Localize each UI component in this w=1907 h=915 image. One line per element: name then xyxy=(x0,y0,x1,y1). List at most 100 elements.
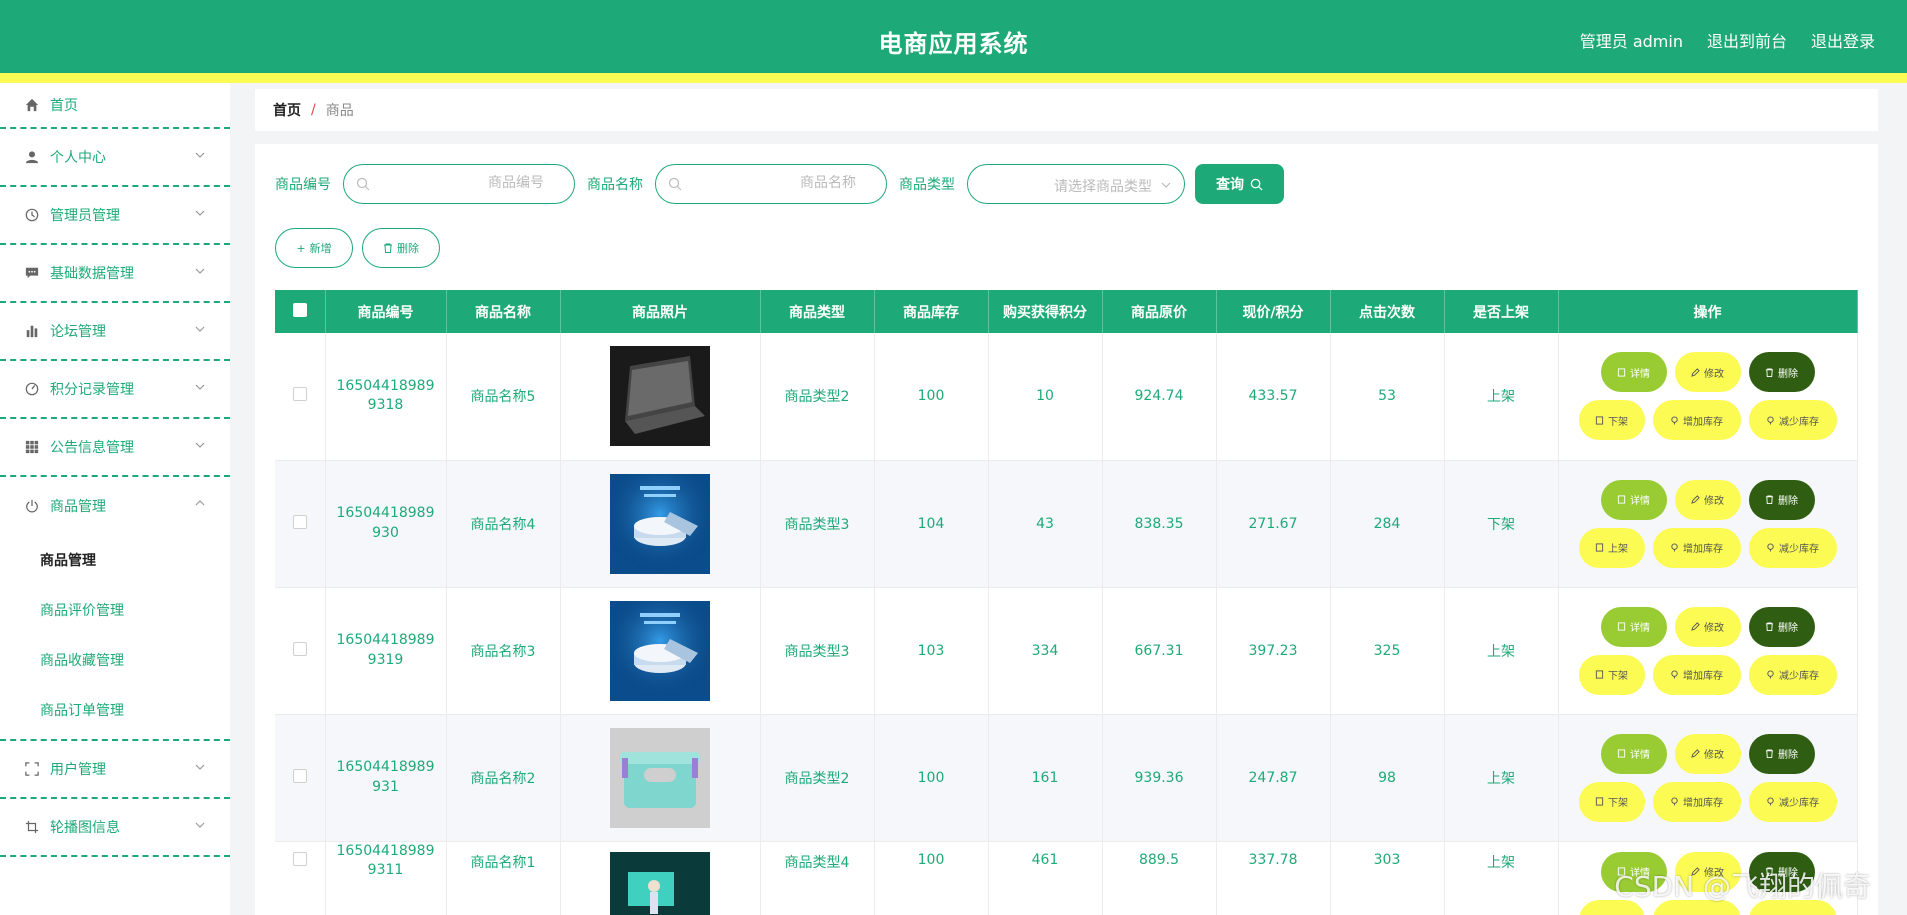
shelf-toggle-button[interactable]: 下架 xyxy=(1578,400,1645,441)
delete-button-label: 删除 xyxy=(397,242,419,255)
add-stock-button[interactable]: 增加库存 xyxy=(1652,781,1741,822)
user-icon xyxy=(24,149,40,165)
sidebar-item-admins[interactable]: 管理员管理 xyxy=(0,187,230,245)
row-checkbox[interactable] xyxy=(292,768,307,783)
batch-delete-button[interactable]: 删除 xyxy=(362,228,440,268)
reduce-stock-button[interactable]: 减少库存 xyxy=(1748,781,1837,822)
sidebar-item-label: 基础数据管理 xyxy=(50,266,134,282)
shelf-toggle-button[interactable]: 上架 xyxy=(1578,527,1645,568)
delete-label: 删除 xyxy=(1778,623,1798,634)
add-stock-label: 增加库存 xyxy=(1683,544,1723,555)
search-icon xyxy=(668,177,682,191)
sidebar-item-points[interactable]: 积分记录管理 xyxy=(0,361,230,419)
type-select[interactable]: 请选择商品类型 xyxy=(967,164,1185,204)
sidebar-item-forum[interactable]: 论坛管理 xyxy=(0,303,230,361)
edit-button[interactable]: 修改 xyxy=(1674,733,1741,774)
sidebar-subitem-reviews[interactable]: 商品评价管理 xyxy=(0,585,230,635)
goods-price-cell: 838.35 xyxy=(1102,460,1217,588)
goods-stock-cell: 104 xyxy=(874,460,989,588)
shelf-toggle-button[interactable]: 下架 xyxy=(1578,781,1645,822)
add-button[interactable]: + 新增 xyxy=(275,228,353,268)
sidebar-item-basic-data[interactable]: 基础数据管理 xyxy=(0,245,230,303)
name-search-input[interactable] xyxy=(692,175,856,191)
edit-button[interactable]: 修改 xyxy=(1674,352,1741,393)
document-icon xyxy=(1595,416,1604,425)
sidebar-item-label: 论坛管理 xyxy=(50,324,106,340)
delete-button[interactable]: 删除 xyxy=(1748,733,1815,774)
plus-icon: + xyxy=(296,241,306,255)
action-toolbar: + 新增 删除 xyxy=(275,228,440,268)
header-accent-bar xyxy=(0,73,1907,83)
goods-price-cell: 939.36 xyxy=(1102,714,1217,842)
goods-photo xyxy=(610,346,710,447)
table-row: 165044189899319 商品名称3 商品类型3 103 334 667.31 397… xyxy=(275,587,1858,715)
sidebar-item-label: 用户管理 xyxy=(50,762,106,778)
delete-button[interactable]: 删除 xyxy=(1748,606,1815,647)
sidebar-item-users[interactable]: 用户管理 xyxy=(0,741,230,799)
edit-icon xyxy=(1691,368,1700,377)
detail-button[interactable]: 详情 xyxy=(1600,606,1667,647)
sidebar-item-notices[interactable]: 公告信息管理 xyxy=(0,419,230,477)
sidebar-item-label: 公告信息管理 xyxy=(50,440,134,456)
detail-button[interactable]: 详情 xyxy=(1600,479,1667,520)
goods-name-cell: 商品名称1 xyxy=(446,841,561,915)
row-select-cell xyxy=(275,714,326,842)
row-checkbox[interactable] xyxy=(292,851,307,866)
goods-price-cell: 889.5 xyxy=(1102,841,1217,915)
goods-status-cell: 上架 xyxy=(1444,714,1559,842)
detail-button[interactable]: 详情 xyxy=(1600,352,1667,393)
goods-code-cell: 165044189899319 xyxy=(325,587,447,715)
table-row: 16504418989931 商品名称2 商品类型2 100 161 939.36 247.… xyxy=(275,714,1858,842)
logout-link[interactable]: 退出登录 xyxy=(1811,28,1875,52)
table-row: 16504418989930 商品名称4 商品类型3 104 43 838.35 271.6… xyxy=(275,460,1858,588)
edit-button[interactable]: 修改 xyxy=(1674,606,1741,647)
detail-label: 详情 xyxy=(1630,623,1650,634)
chevron-up-icon xyxy=(195,500,205,506)
add-stock-button[interactable]: 增加库存 xyxy=(1652,400,1741,441)
detail-button[interactable]: 详情 xyxy=(1600,733,1667,774)
shelf-toggle-button[interactable]: 下架 xyxy=(1578,654,1645,695)
operations-row: 下架 增加库存 减少库存 xyxy=(1578,400,1837,441)
reduce-stock-label: 减少库存 xyxy=(1779,671,1819,682)
document-icon xyxy=(1617,368,1626,377)
sidebar-subitem-goods[interactable]: 商品管理 xyxy=(0,535,230,585)
reduce-stock-button[interactable]: 减少库存 xyxy=(1748,400,1837,441)
sidebar-item-profile[interactable]: 个人中心 xyxy=(0,129,230,187)
chevron-down-icon xyxy=(195,268,205,274)
operations-cell: 详情 修改 删除下架 增加库存 减少库存 xyxy=(1558,333,1858,461)
column-header: 商品库存 xyxy=(874,290,989,333)
delete-button[interactable]: 删除 xyxy=(1748,352,1815,393)
row-checkbox[interactable] xyxy=(292,641,307,656)
sidebar-item-carousel[interactable]: 轮播图信息 xyxy=(0,799,230,857)
add-stock-button[interactable]: 增加库存 xyxy=(1652,527,1741,568)
top-header: 电商应用系统 管理员 admin 退出到前台 退出登录 xyxy=(0,0,1907,73)
goods-name-cell: 商品名称5 xyxy=(446,333,561,461)
code-search-input[interactable] xyxy=(380,175,544,191)
operations-row: 下架 增加库存 减少库存 xyxy=(1578,781,1837,822)
add-stock-button[interactable]: 增加库存 xyxy=(1652,654,1741,695)
sidebar-subitem-orders[interactable]: 商品订单管理 xyxy=(0,685,230,735)
edit-button[interactable]: 修改 xyxy=(1674,479,1741,520)
row-checkbox[interactable] xyxy=(292,514,307,529)
row-select-cell xyxy=(275,587,326,715)
chevron-down-icon xyxy=(195,764,205,770)
to-front-link[interactable]: 退出到前台 xyxy=(1707,28,1787,52)
shelf-label: 上架 xyxy=(1608,544,1628,555)
query-button[interactable]: 查询 xyxy=(1195,164,1284,204)
delete-button[interactable]: 删除 xyxy=(1748,479,1815,520)
edit-icon xyxy=(1691,495,1700,504)
goods-points-cell: 10 xyxy=(988,333,1103,461)
row-checkbox[interactable] xyxy=(292,387,307,402)
reduce-stock-button[interactable]: 减少库存 xyxy=(1748,654,1837,695)
breadcrumb-home[interactable]: 首页 xyxy=(273,100,301,120)
sidebar-item-home[interactable]: 首页 xyxy=(0,83,230,129)
sidebar-subitem-favorites[interactable]: 商品收藏管理 xyxy=(0,635,230,685)
goods-status-cell: 下架 xyxy=(1444,460,1559,588)
select-all-checkbox[interactable] xyxy=(292,302,307,317)
document-icon xyxy=(1617,749,1626,758)
reduce-stock-button[interactable]: 减少库存 xyxy=(1748,527,1837,568)
sidebar-item-goods[interactable]: 商品管理 xyxy=(0,477,230,535)
goods-code-cell: 16504418989931 xyxy=(325,714,447,842)
trash-icon xyxy=(1765,495,1774,504)
shelf-label: 下架 xyxy=(1608,798,1628,809)
